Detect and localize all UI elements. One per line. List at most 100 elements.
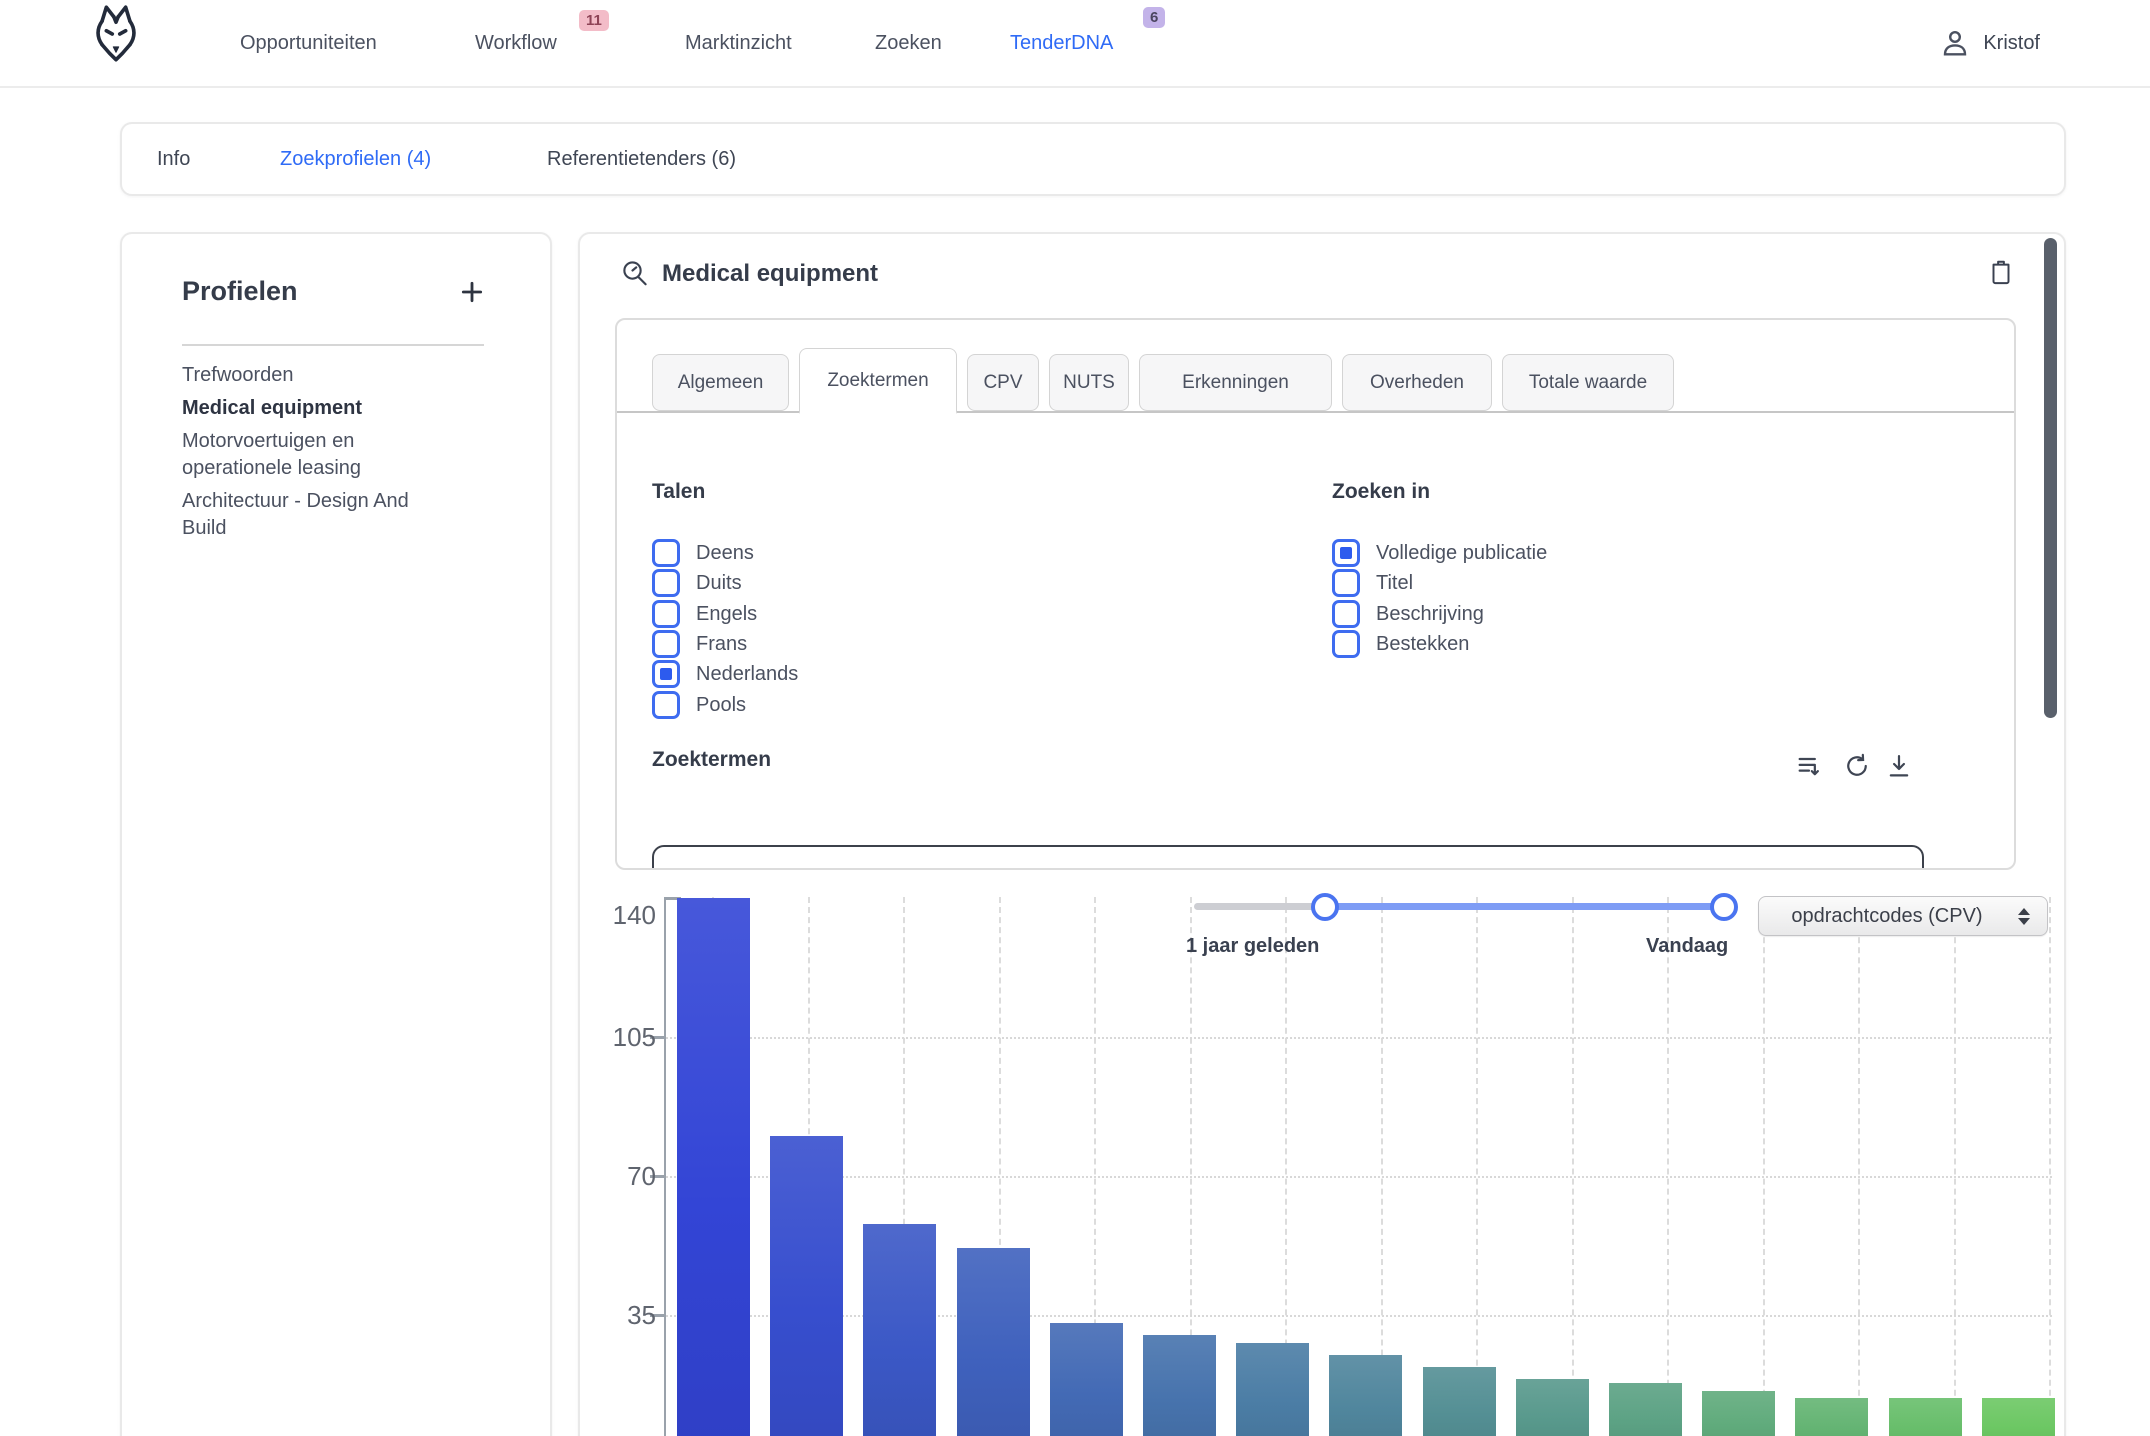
chart-bar[interactable]	[1423, 1367, 1496, 1436]
checkbox[interactable]	[1332, 600, 1360, 628]
cpv-bar-chart: 3570105140 1 jaar geleden Vandaag opdrac…	[580, 880, 2060, 1436]
wolf-logo-icon[interactable]	[88, 4, 144, 64]
nav-item-opportuniteiten[interactable]: Opportuniteiten	[240, 0, 377, 86]
download-icon[interactable]	[1885, 752, 1913, 780]
nav-item-tenderdna[interactable]: TenderDNA 6	[1010, 0, 1113, 86]
tab-overheden[interactable]: Overheden	[1342, 354, 1492, 411]
y-tick-label: 140	[580, 900, 656, 931]
checkbox[interactable]	[652, 569, 680, 597]
chart-bar[interactable]	[1889, 1398, 1962, 1436]
refresh-icon[interactable]	[1843, 752, 1871, 780]
nav-item-zoeken[interactable]: Zoeken	[875, 0, 942, 86]
tab-referentietenders[interactable]: Referentietenders (6)	[547, 124, 736, 194]
y-axis-line	[664, 897, 666, 1436]
tab-cpv[interactable]: CPV	[967, 354, 1039, 411]
checkbox-label: Beschrijving	[1376, 600, 1484, 628]
profile-item-trefwoorden[interactable]: Trefwoorden	[182, 362, 442, 389]
checkbox-label: Deens	[696, 539, 754, 567]
chart-bar[interactable]	[677, 898, 750, 1436]
checkbox[interactable]	[652, 630, 680, 658]
zoektermen-input[interactable]	[652, 845, 1924, 870]
vertical-gridline	[2049, 897, 2051, 1436]
nav-label: Opportuniteiten	[240, 32, 377, 55]
user-name: Kristof	[1983, 32, 2040, 55]
tab-nuts[interactable]: NUTS	[1049, 354, 1129, 411]
chart-bar[interactable]	[1609, 1383, 1682, 1436]
tab-algemeen[interactable]: Algemeen	[652, 354, 789, 411]
slider-handle-end[interactable]	[1710, 893, 1738, 921]
checkbox-label: Volledige publicatie	[1376, 539, 1547, 567]
profile-list: Trefwoorden Medical equipment Motorvoert…	[182, 362, 442, 548]
horizontal-gridline	[666, 1037, 2052, 1039]
checkbox[interactable]	[1332, 569, 1360, 597]
tab-erkenningen[interactable]: Erkenningen	[1139, 354, 1332, 411]
nav-item-workflow[interactable]: Workflow 11	[475, 0, 557, 86]
checkbox-label: Duits	[696, 569, 742, 597]
profile-search-icon	[620, 258, 650, 288]
profile-item-medical-equipment[interactable]: Medical equipment	[182, 395, 442, 422]
page-tabbar: Info Zoekprofielen (4) Referentietenders…	[120, 122, 2066, 196]
slider-track-inactive[interactable]	[1194, 903, 1329, 910]
chart-bar[interactable]	[1050, 1323, 1123, 1436]
checkbox-label: Nederlands	[696, 660, 798, 688]
slider-handle-start[interactable]	[1311, 893, 1339, 921]
page: Opportuniteiten Workflow 11 Marktinzicht…	[0, 0, 2150, 1436]
chart-bar[interactable]	[1236, 1343, 1309, 1436]
select-up-down-arrows-icon	[2009, 908, 2039, 925]
checkbox-label: Frans	[696, 630, 747, 658]
sidebar-divider	[182, 344, 484, 346]
vertical-gridline	[1572, 897, 1574, 1436]
chart-bar[interactable]	[1795, 1398, 1868, 1436]
nav-label: Workflow	[475, 32, 557, 55]
y-tick-label: 70	[580, 1161, 656, 1192]
user-icon	[1939, 27, 1971, 59]
talen-heading: Talen	[652, 480, 705, 504]
sidebar-title: Profielen	[182, 276, 298, 307]
profile-item-motorvoertuigen[interactable]: Motorvoertuigen en operationele leasing	[182, 428, 442, 482]
zoektermen-heading: Zoektermen	[652, 748, 771, 772]
grouping-select-value: opdrachtcodes (CPV)	[1759, 905, 2009, 928]
chart-bar[interactable]	[957, 1248, 1030, 1436]
checkbox[interactable]	[1332, 630, 1360, 658]
chart-bar[interactable]	[1702, 1391, 1775, 1436]
slider-end-label: Vandaag	[1646, 935, 1728, 958]
nav-label: Zoeken	[875, 32, 942, 55]
vertical-gridline	[1667, 897, 1669, 1436]
tab-zoekprofielen[interactable]: Zoekprofielen (4)	[280, 124, 431, 194]
checkbox-label: Engels	[696, 600, 757, 628]
zoeken-in-heading: Zoeken in	[1332, 480, 1430, 504]
grouping-select[interactable]: opdrachtcodes (CPV)	[1758, 896, 2048, 936]
tenderdna-count-badge: 6	[1143, 7, 1165, 28]
tab-info[interactable]: Info	[157, 124, 190, 194]
checkbox[interactable]	[1332, 539, 1360, 567]
vertical-gridline	[1476, 897, 1478, 1436]
delete-profile-button[interactable]	[1987, 256, 2015, 286]
checkbox[interactable]	[652, 691, 680, 719]
add-terms-list-icon[interactable]	[1795, 752, 1823, 780]
panel-scrollbar-thumb[interactable]	[2044, 238, 2057, 718]
chart-bar[interactable]	[1516, 1379, 1589, 1436]
slider-track-active[interactable]	[1325, 903, 1724, 910]
tab-totale-waarde[interactable]: Totale waarde	[1502, 354, 1674, 411]
chart-bar[interactable]	[863, 1224, 936, 1436]
chart-bar[interactable]	[1143, 1335, 1216, 1436]
y-tick-label: 35	[580, 1300, 656, 1331]
horizontal-gridline	[666, 1176, 2052, 1178]
checkbox[interactable]	[652, 539, 680, 567]
chart-bar[interactable]	[1329, 1355, 1402, 1436]
chart-bar[interactable]	[1982, 1398, 2055, 1436]
nav-label: Marktinzicht	[685, 32, 792, 55]
profiles-sidebar: Profielen Trefwoorden Medical equipment …	[120, 232, 552, 1436]
tab-zoektermen[interactable]: Zoektermen	[799, 348, 957, 414]
user-menu[interactable]: Kristof	[1939, 0, 2040, 86]
profile-item-architectuur[interactable]: Architectuur - Design And Build	[182, 488, 442, 542]
chart-bar[interactable]	[770, 1136, 843, 1436]
nav-item-marktinzicht[interactable]: Marktinzicht	[685, 0, 792, 86]
vertical-gridline	[1763, 897, 1765, 1436]
checkbox[interactable]	[652, 600, 680, 628]
checkbox[interactable]	[652, 660, 680, 688]
slider-start-label: 1 jaar geleden	[1186, 935, 1319, 958]
add-profile-button[interactable]	[454, 274, 490, 310]
profile-settings-card: Algemeen Zoektermen CPV NUTS Erkenningen…	[615, 318, 2016, 870]
top-nav: Opportuniteiten Workflow 11 Marktinzicht…	[0, 0, 2150, 88]
